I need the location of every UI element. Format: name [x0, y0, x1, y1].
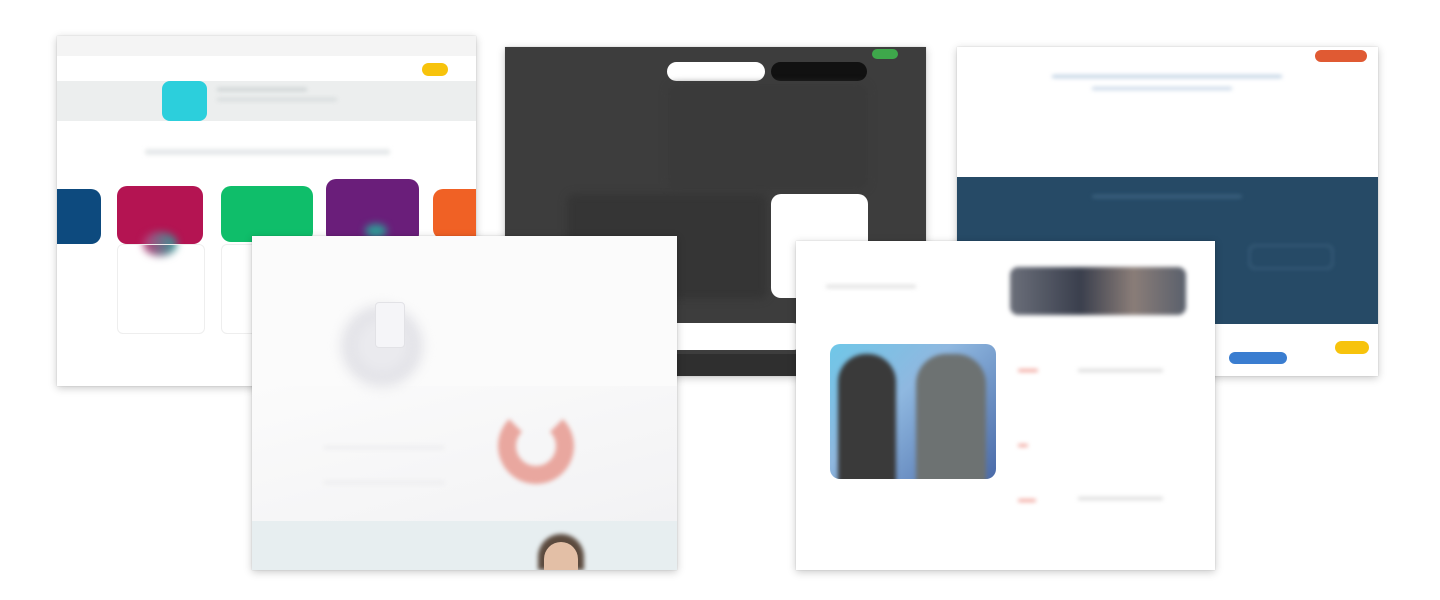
hero-text-line — [217, 98, 337, 101]
list-text-line — [1078, 369, 1163, 372]
list-marker — [1018, 444, 1028, 447]
person-right — [916, 354, 986, 479]
navy-card — [57, 189, 101, 244]
search-pill — [667, 62, 765, 81]
hero-text-line — [217, 88, 307, 91]
orange-pill-button — [1315, 50, 1367, 62]
band-button — [1249, 245, 1333, 269]
team-photo — [830, 344, 996, 479]
header-photo — [1010, 267, 1186, 315]
thumb-light-hero-page — [252, 236, 677, 570]
salmon-ring — [498, 408, 574, 484]
card-body — [117, 244, 205, 334]
person-left — [838, 354, 896, 479]
hero-text-line — [324, 481, 444, 484]
person-face — [544, 542, 578, 570]
hero-backdrop — [252, 386, 677, 521]
top-nav — [57, 36, 476, 56]
green-button — [872, 49, 898, 59]
orange-card — [433, 189, 476, 239]
yellow-pill-button — [422, 63, 448, 76]
section-heading — [145, 149, 390, 155]
hero-band — [57, 81, 476, 121]
chat-bubble — [375, 302, 405, 348]
yellow-pill-button — [1335, 341, 1369, 354]
hero-text-line — [324, 446, 444, 449]
nav-text-line — [826, 285, 916, 288]
intro-text-line — [1092, 87, 1232, 90]
lower-band — [252, 521, 677, 570]
list-text-line — [1078, 497, 1163, 500]
list-marker — [1018, 369, 1038, 372]
grid-logo-icon — [162, 81, 207, 121]
team-photo — [668, 84, 868, 189]
thumb-team-photo-page — [796, 241, 1215, 570]
band-heading — [1092, 195, 1242, 198]
intro-text-line — [1052, 75, 1282, 78]
blue-pill-button — [1229, 352, 1287, 364]
list-marker — [1018, 499, 1036, 502]
green-card — [221, 186, 313, 242]
dark-pill — [771, 62, 867, 81]
